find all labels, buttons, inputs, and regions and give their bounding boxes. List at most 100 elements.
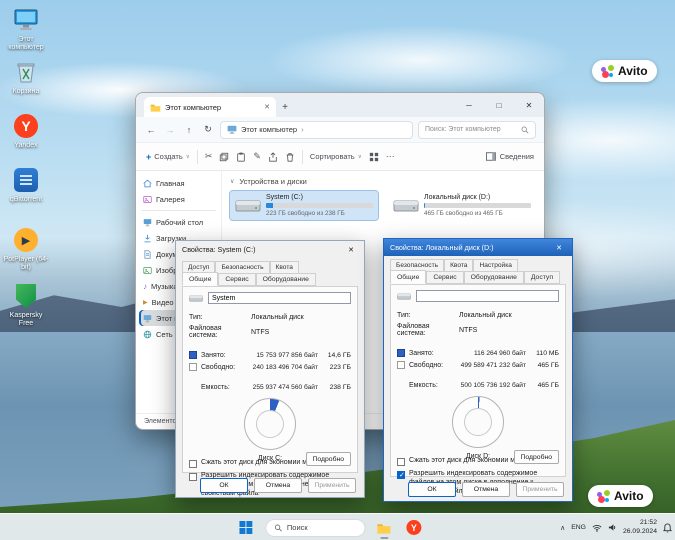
- refresh-button[interactable]: ↻: [201, 124, 215, 135]
- desktop-icon-label: Kaspersky Free: [9, 312, 43, 328]
- explorer-tabbar: Этот компьютер ✕ + ─ □ ✕: [136, 93, 544, 117]
- filesystem-label: Файловая система:: [397, 323, 430, 337]
- taskbar-clock[interactable]: 21:52 26.09.2024: [623, 519, 657, 535]
- sidebar-item-home[interactable]: Главная: [139, 175, 218, 191]
- close-icon[interactable]: ✕: [344, 246, 358, 254]
- index-checkbox[interactable]: [397, 471, 405, 479]
- delete-button[interactable]: [285, 152, 295, 162]
- computer-icon: [143, 314, 152, 322]
- desktop-icon-recycle-bin[interactable]: Корзина: [2, 58, 50, 96]
- drive-icon: [189, 295, 203, 301]
- volume-icon[interactable]: [608, 523, 617, 532]
- ok-button[interactable]: ОК: [408, 481, 456, 497]
- free-legend-swatch: [397, 361, 405, 369]
- index-checkbox[interactable]: [189, 473, 197, 481]
- search-input[interactable]: Поиск: Этот компьютер: [418, 120, 536, 139]
- tab-sharing[interactable]: Доступ: [523, 271, 561, 284]
- download-icon: [144, 234, 151, 242]
- free-label: Свободно:: [201, 363, 236, 371]
- details-pane-button[interactable]: Сведения: [485, 152, 534, 161]
- apply-button[interactable]: Применить: [308, 477, 356, 493]
- back-button[interactable]: ←: [144, 125, 158, 135]
- chevron-down-icon: ∨: [357, 153, 362, 160]
- gallery-icon: [143, 195, 152, 203]
- search-icon: [274, 524, 282, 531]
- tab-quota[interactable]: Квота: [269, 261, 299, 273]
- desktop-icon-kaspersky[interactable]: Kaspersky Free: [2, 282, 50, 328]
- desktop-icon-this-pc[interactable]: Этот компьютер: [2, 6, 50, 52]
- video-icon: ▶: [143, 299, 148, 306]
- breadcrumb[interactable]: Этот компьютер: [241, 125, 297, 134]
- section-header[interactable]: ∨ Устройства и диски: [230, 177, 536, 186]
- address-input[interactable]: Этот компьютер ›: [220, 120, 413, 139]
- copy-button[interactable]: [219, 152, 229, 162]
- explorer-tab[interactable]: Этот компьютер ✕: [144, 97, 276, 117]
- desktop: Этот компьютер Корзина Y Yandex qBittorr…: [0, 0, 675, 540]
- tab-general[interactable]: Общие: [182, 272, 219, 286]
- new-tab-button[interactable]: +: [276, 97, 294, 117]
- sidebar-item-desktop[interactable]: Рабочий стол: [139, 214, 218, 230]
- computer-icon: [12, 6, 40, 34]
- taskbar-search[interactable]: Поиск: [264, 518, 365, 537]
- drive-icon: [393, 200, 419, 211]
- tab-hardware[interactable]: Оборудование: [255, 273, 316, 286]
- tab-security[interactable]: Безопасность: [215, 261, 270, 273]
- close-button[interactable]: ✕: [514, 93, 544, 117]
- volume-label-input[interactable]: [416, 290, 559, 302]
- avito-watermark: Avito: [592, 60, 657, 82]
- start-button[interactable]: [235, 517, 257, 539]
- tab-tools[interactable]: Сервис: [218, 273, 256, 286]
- notifications-bell-icon[interactable]: [663, 522, 672, 533]
- cut-button[interactable]: ✂: [205, 151, 213, 162]
- cancel-button[interactable]: Отмена: [462, 481, 510, 497]
- drive-free-text: 223 ГБ свободно из 238 ГБ: [266, 210, 345, 217]
- paste-button[interactable]: [236, 152, 246, 162]
- drive-usage-bar: [424, 203, 531, 208]
- drive-name: Локальный диск (D:): [424, 194, 491, 201]
- search-placeholder: Поиск: Этот компьютер: [425, 126, 501, 133]
- tab-title: Этот компьютер: [165, 102, 222, 112]
- desktop-icon-potplayer[interactable]: ▶ PotPlayer (64-bit): [2, 226, 50, 272]
- tab-tools[interactable]: Сервис: [426, 271, 464, 284]
- free-size: 465 ГБ: [537, 361, 559, 369]
- maximize-button[interactable]: □: [484, 93, 514, 117]
- language-indicator[interactable]: ENG: [571, 524, 586, 531]
- type-label: Тип:: [397, 312, 411, 319]
- capacity-bytes: 255 937 474 560 байт: [252, 383, 318, 391]
- share-button[interactable]: [268, 152, 278, 162]
- time: 21:52: [639, 519, 657, 527]
- tab-general[interactable]: Общие: [390, 270, 427, 284]
- details-button[interactable]: Подробно: [305, 452, 351, 466]
- volume-label-input[interactable]: [208, 292, 351, 304]
- drive-tile-d[interactable]: Локальный диск (D:) 465 ГБ свободно из 4…: [388, 191, 536, 220]
- sort-button[interactable]: Сортировать ∨: [310, 152, 362, 161]
- tab-quota[interactable]: Квота: [444, 259, 474, 271]
- tray-overflow-button[interactable]: ∧: [560, 524, 565, 532]
- sidebar-item-gallery[interactable]: Галерея: [139, 191, 218, 207]
- wifi-icon[interactable]: [592, 524, 602, 532]
- compress-checkbox[interactable]: [189, 460, 197, 468]
- cancel-button[interactable]: Отмена: [254, 477, 302, 493]
- details-button[interactable]: Подробно: [513, 450, 559, 464]
- desktop-icon-app[interactable]: qBittorrent: [2, 166, 50, 204]
- taskbar-yandex-button[interactable]: Y: [403, 517, 425, 539]
- drive-icon: [397, 293, 411, 299]
- view-button[interactable]: [369, 152, 379, 162]
- minimize-button[interactable]: ─: [454, 93, 484, 117]
- apply-button[interactable]: Применить: [516, 481, 564, 497]
- more-button[interactable]: ⋯: [386, 151, 395, 162]
- drive-tile-c[interactable]: System (C:) 223 ГБ свободно из 238 ГБ: [229, 190, 379, 221]
- tab-customize[interactable]: Настройка: [473, 259, 518, 271]
- new-button[interactable]: + Создать ∨: [146, 152, 190, 162]
- close-icon[interactable]: ✕: [552, 244, 566, 252]
- rename-button[interactable]: ✎: [253, 151, 261, 162]
- up-button[interactable]: ↑: [182, 125, 196, 135]
- tab-hardware[interactable]: Оборудование: [463, 271, 524, 284]
- ok-button[interactable]: ОК: [200, 477, 248, 493]
- forward-button[interactable]: →: [163, 125, 177, 135]
- tab-close-icon[interactable]: ✕: [264, 103, 270, 111]
- compress-checkbox[interactable]: [397, 458, 405, 466]
- desktop-icon-yandex[interactable]: Y Yandex: [2, 112, 50, 150]
- taskbar-explorer-button[interactable]: [373, 517, 395, 539]
- capacity-bytes: 500 105 736 192 байт: [460, 381, 526, 389]
